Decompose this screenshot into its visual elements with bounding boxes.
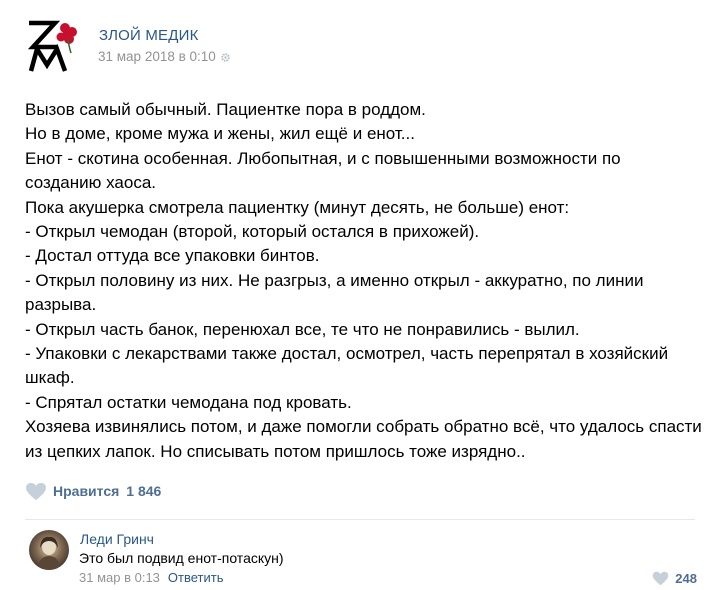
comment-author-link[interactable]: Леди Гринч	[80, 531, 154, 547]
like-button[interactable]: Нравится 1 846	[25, 482, 161, 501]
post-text-line: Пока акушерка смотрела пациентку (минут …	[25, 197, 570, 217]
post-text-line: - Упаковки с лекарствами также достал, о…	[25, 344, 669, 364]
comment-text: Это был подвид енот-потаскун)	[79, 550, 284, 566]
post-text-line: Хозяева извинялись потом, и даже помогли…	[25, 417, 702, 437]
post-text-line: из цепких лапок. Но списывать потом приш…	[25, 441, 526, 461]
post-text-line: Вызов самый обычный. Пациентке пора в ро…	[25, 100, 426, 119]
like-label: Нравится	[53, 483, 120, 499]
post-text: Вызов самый обычный. Пациентке пора в ро…	[25, 98, 705, 464]
heart-icon	[653, 571, 669, 586]
comment-meta: 31 мар в 0:13 Ответить	[79, 570, 223, 585]
avatar[interactable]	[29, 530, 69, 570]
divider	[25, 519, 695, 520]
post-meta: 31 мар 2018 в 0:10	[98, 49, 231, 64]
heart-icon	[26, 482, 46, 500]
post-actions: Нравится 1 846	[25, 478, 161, 504]
comment-date[interactable]: 31 мар в 0:13	[79, 570, 160, 585]
post-text-line: Енот - скотина особенная. Любопытная, и …	[25, 148, 621, 168]
comment-like-button[interactable]: 248	[652, 571, 697, 586]
wall-post: ЗЛОЙ МЕДИК 31 мар 2018 в 0:10 Вызов самы…	[0, 0, 713, 590]
post-text-line: - Открыл половину из них. Не разгрыз, а …	[25, 270, 644, 290]
reply-button[interactable]: Ответить	[168, 570, 224, 585]
like-count: 1 846	[126, 483, 162, 499]
post-text-line: - Открыл чемодан (второй, который осталс…	[25, 222, 480, 242]
post-text-line: разрыва.	[25, 295, 97, 315]
comment-like-count: 248	[675, 571, 697, 586]
post-text-line: - Достал оттуда все упаковки бинтов.	[25, 246, 320, 266]
post-date-link[interactable]: 31 мар 2018 в 0:10	[98, 49, 216, 64]
post-text-line: созданию хаоса.	[25, 173, 157, 193]
zm-logo-icon[interactable]	[25, 19, 80, 74]
gear-icon[interactable]	[220, 51, 231, 62]
post-text-line: Но в доме, кроме мужа и жены, жил ещё и …	[25, 124, 415, 144]
post-text-line: - Спрятал остатки чемодана под кровать.	[25, 392, 352, 412]
post-text-line: шкаф.	[25, 368, 75, 388]
post-author-link[interactable]: ЗЛОЙ МЕДИК	[99, 27, 199, 44]
post-text-line: - Открыл часть банок, перенюхал все, те …	[25, 319, 580, 339]
